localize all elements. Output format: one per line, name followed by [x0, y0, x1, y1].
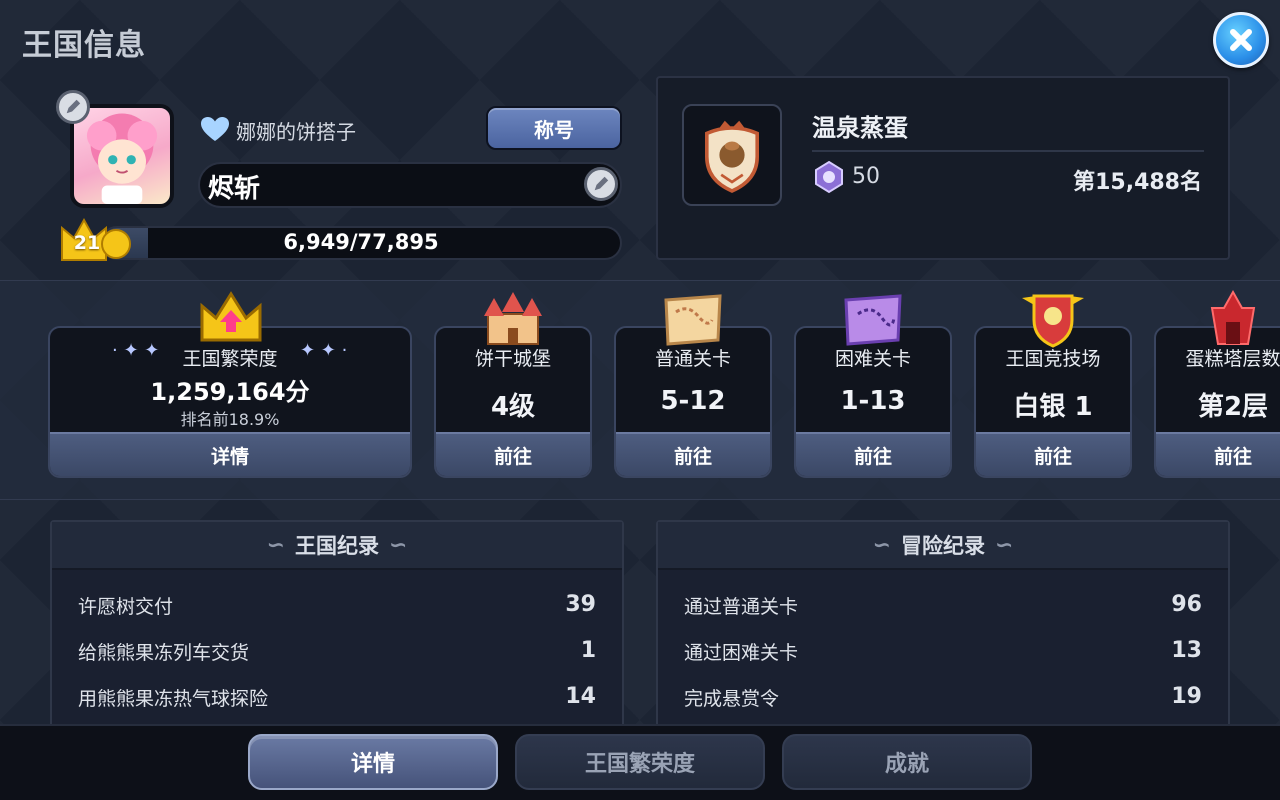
sparkle-icon: ✦ ✦ ·	[300, 340, 348, 361]
normal-stage-card: 普通关卡 5-12 前往	[614, 326, 772, 478]
trophy-gem-icon	[815, 160, 843, 194]
arena-card: 王国竞技场 白银 1 前往	[974, 326, 1132, 478]
page-title: 王国信息	[22, 28, 146, 63]
hard-stage-card: 困难关卡 1-13 前往	[794, 326, 952, 478]
castle-level: 4级	[490, 392, 536, 422]
tab-details[interactable]: 详情	[248, 734, 498, 790]
league-shield-icon	[705, 120, 759, 193]
prosperity-card: 王国繁荣度 1,259,164分 排名前18.9% 详情	[48, 326, 412, 478]
card-label: 饼干城堡	[474, 348, 551, 370]
record-value: 39	[565, 592, 596, 617]
league-rank: 第15,488名	[1073, 170, 1202, 195]
title-button[interactable]: 称号	[486, 106, 622, 150]
avatar[interactable]	[70, 104, 174, 208]
guild-name: 娜娜的饼搭子	[236, 120, 356, 144]
record-value: 14	[565, 684, 596, 709]
sparkle-icon: · ✦ ✦	[112, 340, 160, 361]
league-name: 温泉蒸蛋	[812, 114, 908, 142]
hard-map-icon	[844, 294, 902, 346]
tower-card: 蛋糕塔层数 第2层 前往	[1154, 326, 1280, 478]
card-label: 普通关卡	[654, 348, 731, 370]
castle-card: 饼干城堡 4级 前往	[434, 326, 592, 478]
arena-shield-icon	[1022, 294, 1084, 348]
tower-go-button[interactable]: 前往	[1156, 432, 1280, 476]
record-value: 1	[580, 638, 596, 663]
adventure-records-panel: ∽ 冒险纪录 ∽ 通过普通关卡 96 通过困难关卡 13 完成悬赏令 19	[656, 520, 1230, 740]
castle-go-button[interactable]: 前往	[436, 432, 590, 476]
level-number: 21	[73, 232, 101, 254]
swirl-ornament-icon: ∽	[872, 532, 891, 558]
player-name-field	[198, 162, 622, 208]
castle-icon	[484, 292, 542, 345]
player-name: 烬斩	[208, 174, 261, 204]
pencil-icon	[66, 99, 81, 114]
record-label: 通过普通关卡	[684, 596, 799, 618]
record-label: 完成悬赏令	[684, 688, 780, 710]
record-row: 通过普通关卡 96	[684, 592, 1202, 622]
map-icon	[664, 294, 722, 346]
tab-prosperity[interactable]: 王国繁荣度	[515, 734, 765, 790]
card-label: 蛋糕塔层数	[1185, 348, 1280, 370]
divider	[812, 150, 1204, 152]
normal-stage-go-button[interactable]: 前往	[616, 432, 770, 476]
swirl-ornament-icon: ∽	[266, 532, 285, 558]
kingdom-records-title: 王国纪录	[295, 534, 379, 558]
normal-stage-value: 5-12	[660, 386, 726, 416]
tower-floor: 第2层	[1197, 392, 1269, 422]
avatar-edit-button[interactable]	[56, 90, 90, 124]
record-label: 许愿树交付	[78, 596, 174, 618]
arena-go-button[interactable]: 前往	[976, 432, 1130, 476]
kingdom-records-panel: ∽ 王国纪录 ∽ 许愿树交付 39 给熊熊果冻列车交货 1 用熊熊果冻热气球探险…	[50, 520, 624, 740]
record-row: 通过困难关卡 13	[684, 638, 1202, 668]
swirl-ornament-icon: ∽	[389, 532, 408, 558]
prosperity-details-button[interactable]: 详情	[50, 432, 410, 476]
adventure-records-title: 冒险纪录	[901, 534, 985, 558]
hard-stage-value: 1-13	[840, 386, 906, 416]
pencil-icon	[594, 176, 609, 191]
tab-achievements[interactable]: 成就	[782, 734, 1032, 790]
prosperity-score: 1,259,164分	[150, 378, 310, 406]
trophy-count: 50	[852, 164, 880, 189]
close-button[interactable]	[1213, 12, 1269, 68]
record-label: 给熊熊果冻列车交货	[78, 642, 250, 664]
record-value: 19	[1171, 684, 1202, 709]
arena-tier: 白银 1	[1013, 392, 1093, 422]
card-label: 王国竞技场	[1005, 348, 1101, 370]
heart-icon	[201, 117, 229, 141]
cookie-portrait-icon	[86, 113, 158, 204]
swirl-ornament-icon: ∽	[995, 532, 1014, 558]
adventure-records-header: ∽ 冒险纪录 ∽	[658, 522, 1228, 570]
card-label: 王国繁荣度	[182, 348, 278, 370]
prosperity-rank: 排名前18.9%	[180, 410, 280, 429]
record-label: 通过困难关卡	[684, 642, 799, 664]
record-value: 13	[1171, 638, 1202, 663]
name-edit-button[interactable]	[584, 167, 618, 201]
crown-icon	[200, 291, 262, 342]
record-value: 96	[1171, 592, 1202, 617]
xp-text: 6,949/77,895	[283, 230, 439, 254]
record-row: 完成悬赏令 19	[684, 684, 1202, 714]
card-label: 困难关卡	[834, 348, 911, 370]
kingdom-records-header: ∽ 王国纪录 ∽	[52, 522, 622, 570]
hard-stage-go-button[interactable]: 前往	[796, 432, 950, 476]
tower-icon	[1210, 289, 1256, 345]
record-row: 给熊熊果冻列车交货 1	[78, 638, 596, 668]
record-row: 许愿树交付 39	[78, 592, 596, 622]
league-emblem[interactable]	[682, 104, 782, 206]
close-icon	[1230, 29, 1252, 51]
record-row: 用熊熊果冻热气球探险 14	[78, 684, 596, 714]
record-label: 用熊熊果冻热气球探险	[78, 688, 269, 710]
